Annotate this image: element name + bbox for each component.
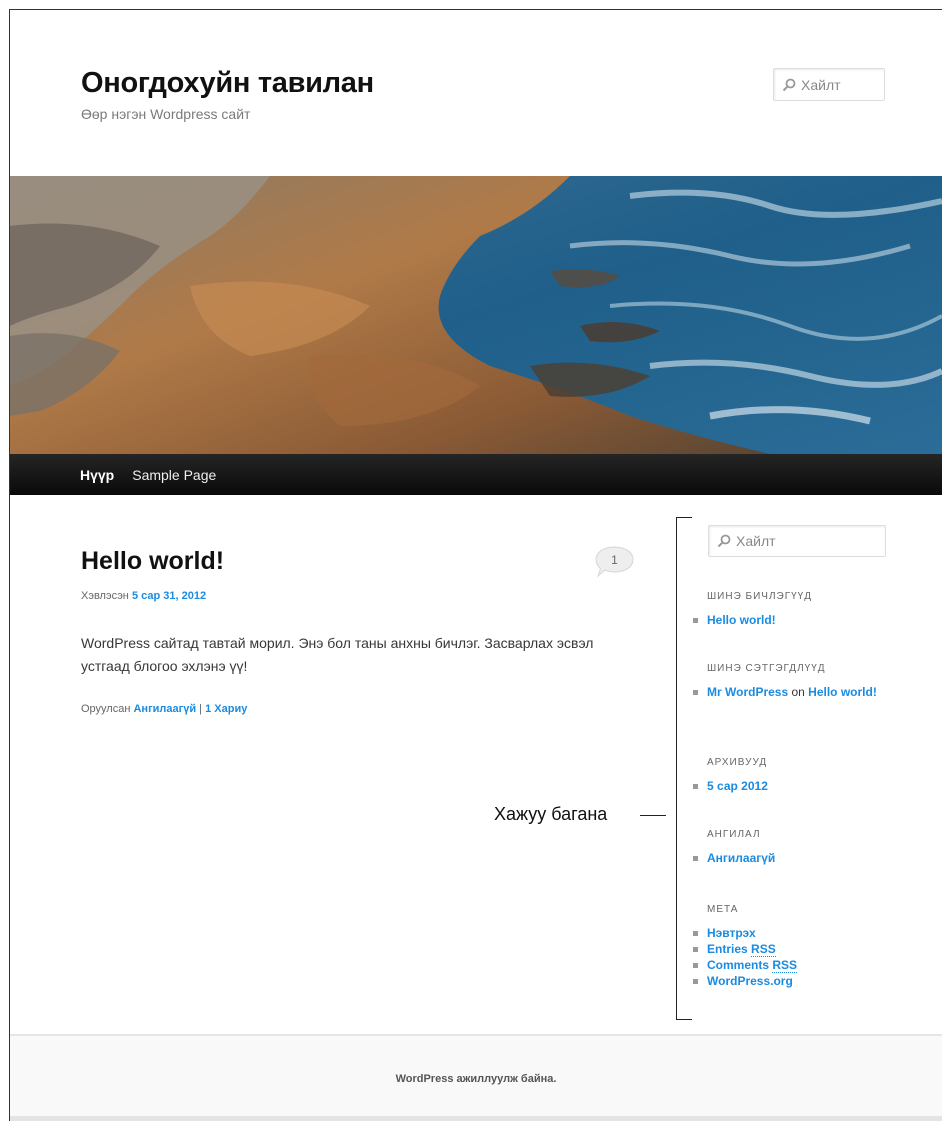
sidebar-bracket bbox=[676, 517, 692, 1020]
category-link[interactable]: Ангилаагүй bbox=[707, 851, 775, 865]
post-content: WordPress сайтад тавтай морил. Энэ бол т… bbox=[81, 635, 594, 674]
main-navigation: Нүүр Sample Page bbox=[10, 454, 942, 495]
widget-recent-posts: ШИНЭ БИЧЛЭГҮҮД Hello world! bbox=[693, 591, 887, 628]
footer-credit-link[interactable]: WordPress ажиллуулж байна. bbox=[396, 1073, 557, 1085]
comment-author-link[interactable]: Mr WordPress bbox=[707, 685, 788, 699]
list-item: Нэвтрэх bbox=[693, 925, 887, 941]
nav-item-sample-page[interactable]: Sample Page bbox=[132, 467, 216, 483]
post-meta: Хэвлэсэн 5 сар 31, 2012 bbox=[81, 590, 206, 602]
header-banner-image bbox=[10, 176, 942, 454]
widget-meta: МЕТА Нэвтрэх Entries RSS Comments RSS Wo… bbox=[693, 904, 887, 989]
widget-title: АНГИЛАЛ bbox=[707, 829, 761, 840]
archive-link[interactable]: 5 сар 2012 bbox=[707, 779, 768, 793]
rss-abbr: RSS bbox=[751, 942, 776, 957]
comment-bubble-icon[interactable]: 1 bbox=[594, 545, 635, 578]
widget-title: АРХИВУУД bbox=[707, 757, 768, 768]
post-footer: Оруулсан Ангилаагүй | 1 Хариу bbox=[81, 703, 247, 715]
search-icon bbox=[717, 534, 731, 548]
sidebar-annotation-label: Хажуу багана bbox=[494, 804, 608, 824]
entries-label: Entries bbox=[707, 942, 748, 956]
widget-archives: АРХИВУУД 5 сар 2012 bbox=[693, 757, 887, 794]
list-item: Ангилаагүй bbox=[693, 850, 887, 866]
post-category-link[interactable]: Ангилаагүй bbox=[133, 703, 196, 715]
list-item: 5 сар 2012 bbox=[693, 778, 887, 794]
post-reply-link[interactable]: 1 Хариу bbox=[205, 703, 247, 715]
widget-title: ШИНЭ СЭТГЭГДЛҮҮД bbox=[707, 663, 826, 674]
nav-item-home[interactable]: Нүүр bbox=[80, 467, 114, 483]
recent-post-link[interactable]: Hello world! bbox=[707, 613, 776, 627]
login-link[interactable]: Нэвтрэх bbox=[707, 926, 756, 940]
search-placeholder: Хайлт bbox=[801, 76, 841, 93]
post-foot-separator: | bbox=[196, 703, 206, 715]
widget-recent-comments: ШИНЭ СЭТГЭГДЛҮҮД Mr WordPress on Hello w… bbox=[693, 663, 887, 700]
post-date-link[interactable]: 5 сар 31, 2012 bbox=[132, 590, 206, 602]
wordpress-org-link[interactable]: WordPress.org bbox=[707, 974, 793, 988]
list-item: Hello world! bbox=[693, 612, 887, 628]
post-meta-prefix: Хэвлэсэн bbox=[81, 590, 132, 602]
rss-abbr: RSS bbox=[772, 958, 798, 973]
widget-title: ШИНЭ БИЧЛЭГҮҮД bbox=[707, 591, 813, 602]
search-icon bbox=[782, 78, 796, 91]
list-item: WordPress.org bbox=[693, 973, 887, 989]
comments-label: Comments bbox=[707, 958, 770, 972]
entries-rss-link[interactable]: Entries RSS bbox=[707, 942, 776, 957]
footer-base-bar bbox=[10, 1116, 942, 1121]
comments-rss-link[interactable]: Comments RSS bbox=[707, 958, 798, 973]
list-item: Comments RSS bbox=[693, 957, 887, 973]
list-item: Mr WordPress on Hello world! bbox=[693, 684, 887, 700]
post-foot-prefix: Оруулсан bbox=[81, 703, 134, 715]
list-item: Entries RSS bbox=[693, 941, 887, 957]
widget-categories: АНГИЛАЛ Ангилаагүй bbox=[693, 829, 887, 866]
site-footer: WordPress ажиллуулж байна. bbox=[10, 1036, 942, 1121]
comment-count: 1 bbox=[611, 553, 618, 567]
header-search-input[interactable]: Хайлт bbox=[773, 68, 885, 101]
site-title[interactable]: Оногдохуйн тавилан bbox=[81, 67, 374, 100]
post-title[interactable]: Hello world! bbox=[81, 547, 224, 576]
comment-post-link[interactable]: Hello world! bbox=[808, 685, 877, 699]
annotation-pointer-line bbox=[640, 815, 666, 816]
comment-on-text: on bbox=[788, 685, 809, 699]
sidebar-search-input[interactable]: Хайлт bbox=[708, 525, 886, 557]
sidebar-search-placeholder: Хайлт bbox=[736, 533, 776, 549]
widget-title: МЕТА bbox=[707, 904, 739, 915]
site-description: Өөр нэгэн Wordpress сайт bbox=[81, 106, 251, 122]
